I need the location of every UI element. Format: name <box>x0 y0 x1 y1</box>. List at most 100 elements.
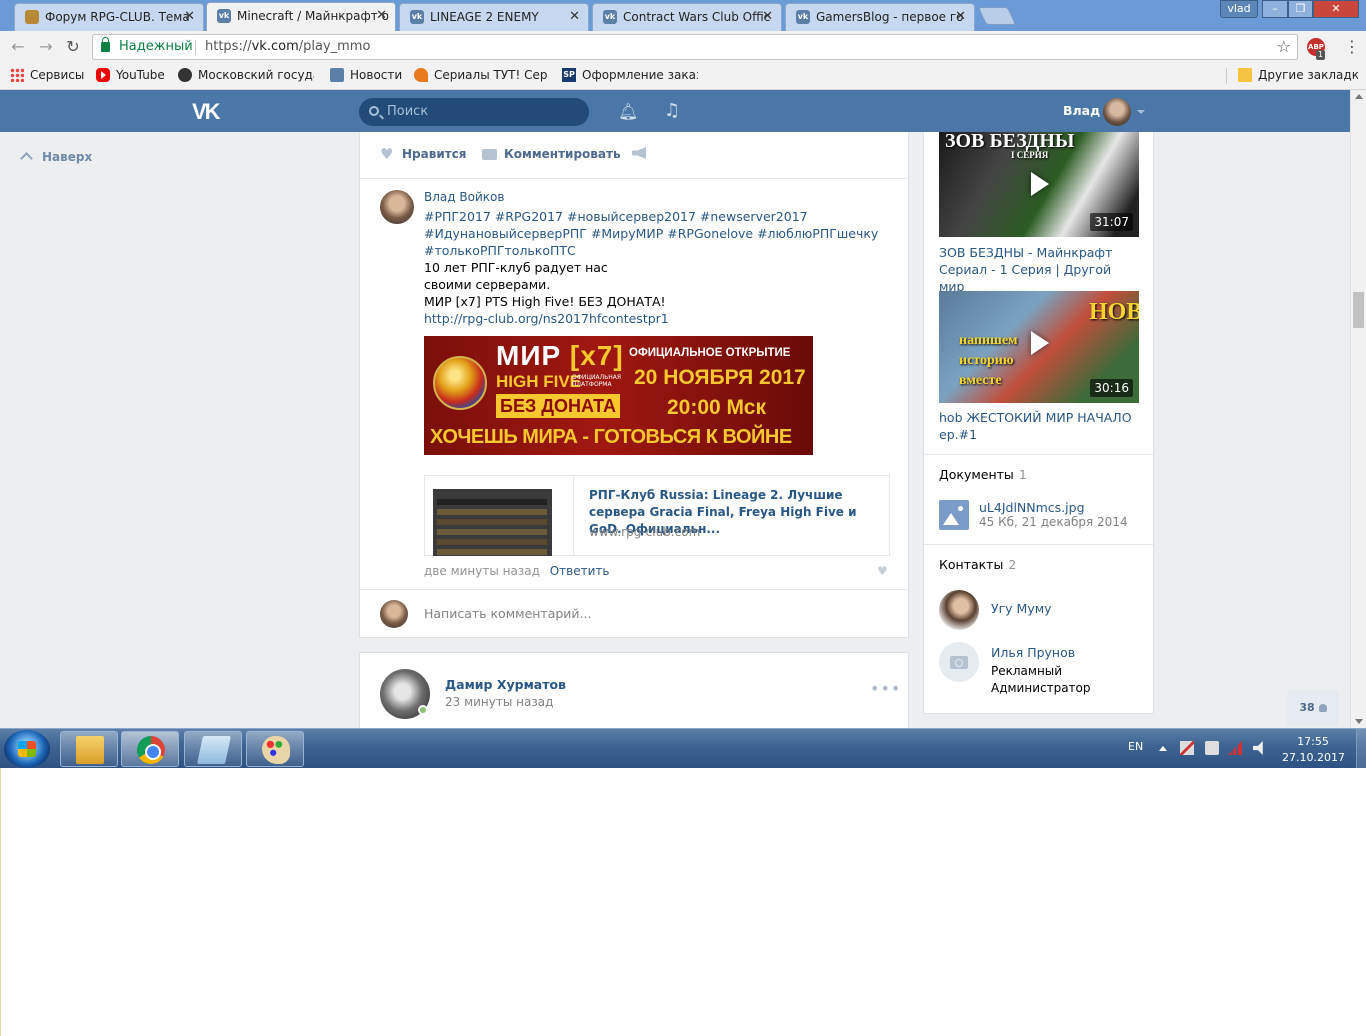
search-placeholder: Поиск <box>387 104 429 119</box>
close-icon[interactable]: ✕ <box>762 4 773 30</box>
action-center-flag-icon[interactable] <box>1180 741 1194 755</box>
post-author[interactable]: Влад Войков <box>424 190 504 204</box>
contact-name[interactable]: Илья Прунов <box>991 645 1075 660</box>
show-desktop-button[interactable] <box>1356 729 1366 768</box>
scroll-thumb[interactable] <box>1353 292 1364 328</box>
post-link[interactable]: http://rpg-club.org/ns2017hfcontestpr1 <box>424 311 669 326</box>
bookmark-star-icon[interactable]: ☆ <box>1277 37 1291 56</box>
share-icon[interactable] <box>632 147 646 159</box>
device-icon[interactable] <box>1205 741 1219 755</box>
bookmark-services[interactable]: Сервисы <box>10 68 90 82</box>
close-window-button[interactable]: ✕ <box>1313 0 1359 18</box>
browser-menu-icon[interactable]: ⋮ <box>1344 37 1360 56</box>
search-input[interactable]: Поиск <box>359 98 589 126</box>
post-image-banner[interactable]: МИР [x7] HIGH FIVE ОФИЦИАЛЬНАЯ ПЛАТФОРМА… <box>424 336 813 455</box>
more-options-icon[interactable]: ••• <box>870 679 901 698</box>
avatar[interactable] <box>939 642 979 682</box>
url-input[interactable]: Надежный https://vk.com/play_mmo ☆ <box>92 34 1298 60</box>
tab-gamersblog[interactable]: vk GamersBlog - первое го ✕ <box>785 3 975 31</box>
language-indicator[interactable]: EN <box>1128 740 1143 753</box>
documents-header[interactable]: Документы 1 <box>939 467 1027 482</box>
bookmark-order[interactable]: SP Оформление заказа <box>562 68 698 82</box>
post-author[interactable]: Дамир Хурматов <box>445 677 566 692</box>
tab-rpg-club[interactable]: Форум RPG-CLUB. Тема ✕ <box>14 3 204 31</box>
scroll-to-top-link[interactable]: Наверх <box>20 150 92 165</box>
taskbar-explorer[interactable] <box>60 731 118 767</box>
tab-lineage[interactable]: vk LINEAGE 2 ENEMY ✕ <box>399 3 589 31</box>
reply-link[interactable]: Ответить <box>550 564 610 578</box>
tab-contract-wars[interactable]: vk Contract Wars Club Offic ✕ <box>592 3 782 31</box>
bookmark-serials[interactable]: Сериалы ТУТ! Сериа <box>414 68 548 82</box>
minimize-button[interactable]: – <box>1262 0 1288 18</box>
like-button[interactable]: ♥ Нравится <box>380 147 467 162</box>
vk-favicon-icon: vk <box>217 9 231 23</box>
play-icon <box>1031 331 1049 355</box>
network-signal-icon[interactable] <box>1228 741 1242 755</box>
post-time[interactable]: 23 минуты назад <box>445 695 553 709</box>
system-clock[interactable]: 17:55 27.10.2017 <box>1282 734 1345 766</box>
tab-minecraft[interactable]: vk Minecraft / Майнкрафт о ✕ <box>206 2 396 31</box>
link-preview[interactable]: РПГ-Клуб Russia: Lineage 2. Лучшие серве… <box>424 475 890 556</box>
taskbar-chrome[interactable] <box>121 731 179 767</box>
contacts-label: Контакты <box>939 557 1004 572</box>
bookmark-other[interactable]: Другие закладки <box>1238 68 1358 82</box>
bell-icon[interactable]: 🔔︎ <box>618 102 638 121</box>
avatar[interactable] <box>380 190 414 224</box>
chevron-down-icon[interactable] <box>1137 110 1145 114</box>
post-text-line: МИР [x7] PTS High Five! БЕЗ ДОНАТА! <box>424 294 666 309</box>
new-tab-button[interactable] <box>977 7 1017 25</box>
window-user-badge[interactable]: vlad <box>1220 0 1258 18</box>
close-icon[interactable]: ✕ <box>569 4 580 30</box>
scroll-up-icon[interactable] <box>1355 94 1363 99</box>
forward-button[interactable]: → <box>36 37 56 57</box>
scrollbar[interactable] <box>1350 90 1366 728</box>
banner-title-text: МИР <box>496 340 562 371</box>
vk-logo[interactable]: VK <box>192 99 228 124</box>
rpg-club-favicon-icon <box>25 10 39 24</box>
document-name[interactable]: uL4JdlNNmcs.jpg <box>979 500 1085 515</box>
bookmark-label: Московский государ <box>198 68 314 82</box>
friends-online-button[interactable]: 38 <box>1287 690 1339 726</box>
volume-icon[interactable] <box>1253 741 1263 755</box>
adblock-count: 1 <box>1316 50 1326 60</box>
tab-title: Contract Wars Club Offic <box>623 10 771 24</box>
music-icon[interactable]: ♫ <box>664 100 680 121</box>
hashtag-line[interactable]: #ИдунановыйсерверРПГ #МируМИР #RPGonelov… <box>424 226 878 241</box>
image-icon <box>939 500 969 530</box>
contact-name[interactable]: Угу Муму <box>991 601 1052 616</box>
bookmark-news[interactable]: Новости <box>330 68 402 82</box>
avatar[interactable] <box>1103 98 1131 126</box>
scroll-down-icon[interactable] <box>1355 719 1363 724</box>
video-thumbnail[interactable]: НОВ напишем историю вместе 30:16 <box>939 291 1139 403</box>
close-icon[interactable]: ✕ <box>184 4 195 30</box>
post-time[interactable]: две минуты назад <box>424 564 540 578</box>
start-button[interactable] <box>4 730 50 768</box>
divider <box>195 40 196 55</box>
comment-button[interactable]: Комментировать <box>482 147 621 161</box>
tab-title: LINEAGE 2 ENEMY <box>430 10 539 24</box>
banner-date: 20 НОЯБРЯ 2017 <box>634 366 806 389</box>
hashtag-line[interactable]: #толькоРПГтолькоПТС <box>424 243 576 258</box>
comment-input[interactable]: Написать комментарий... <box>424 606 591 621</box>
taskbar-paint[interactable] <box>246 731 304 767</box>
hashtag-line[interactable]: #РПГ2017 #RPG2017 #новыйсервер2017 #news… <box>424 209 808 224</box>
avatar[interactable] <box>939 590 979 630</box>
bookmark-label: Другие закладки <box>1258 68 1358 82</box>
bookmark-msu[interactable]: Московский государ <box>178 68 314 82</box>
close-icon[interactable]: ✕ <box>376 3 387 29</box>
reload-button[interactable]: ↻ <box>63 37 83 57</box>
video-thumbnail[interactable]: ЗОВ БЕЗДНЫ I СЕРИЯ 31:07 <box>939 132 1139 237</box>
taskbar-notepad[interactable] <box>184 731 242 767</box>
banner-slogan: ХОЧЕШЬ МИРА - ГОТОВЬСЯ К ВОЙНЕ <box>430 426 792 448</box>
video-title[interactable]: ЗОВ БЕЗДНЫ - Майнкрафт Сериал - 1 Серия … <box>939 244 1139 295</box>
heart-icon[interactable]: ♥ <box>877 564 888 578</box>
back-button[interactable]: ← <box>8 37 28 57</box>
tray-expand-icon[interactable] <box>1159 746 1167 751</box>
video-title[interactable]: hob ЖЕСТОКИЙ МИР НАЧАЛО ep.#1 <box>939 409 1139 443</box>
contacts-header[interactable]: Контакты 2 <box>939 557 1016 572</box>
bookmark-youtube[interactable]: YouTube <box>96 68 170 82</box>
maximize-button[interactable]: ❐ <box>1288 0 1313 18</box>
avatar <box>380 600 408 628</box>
close-icon[interactable]: ✕ <box>955 4 966 30</box>
user-name[interactable]: Влад <box>1063 103 1100 118</box>
